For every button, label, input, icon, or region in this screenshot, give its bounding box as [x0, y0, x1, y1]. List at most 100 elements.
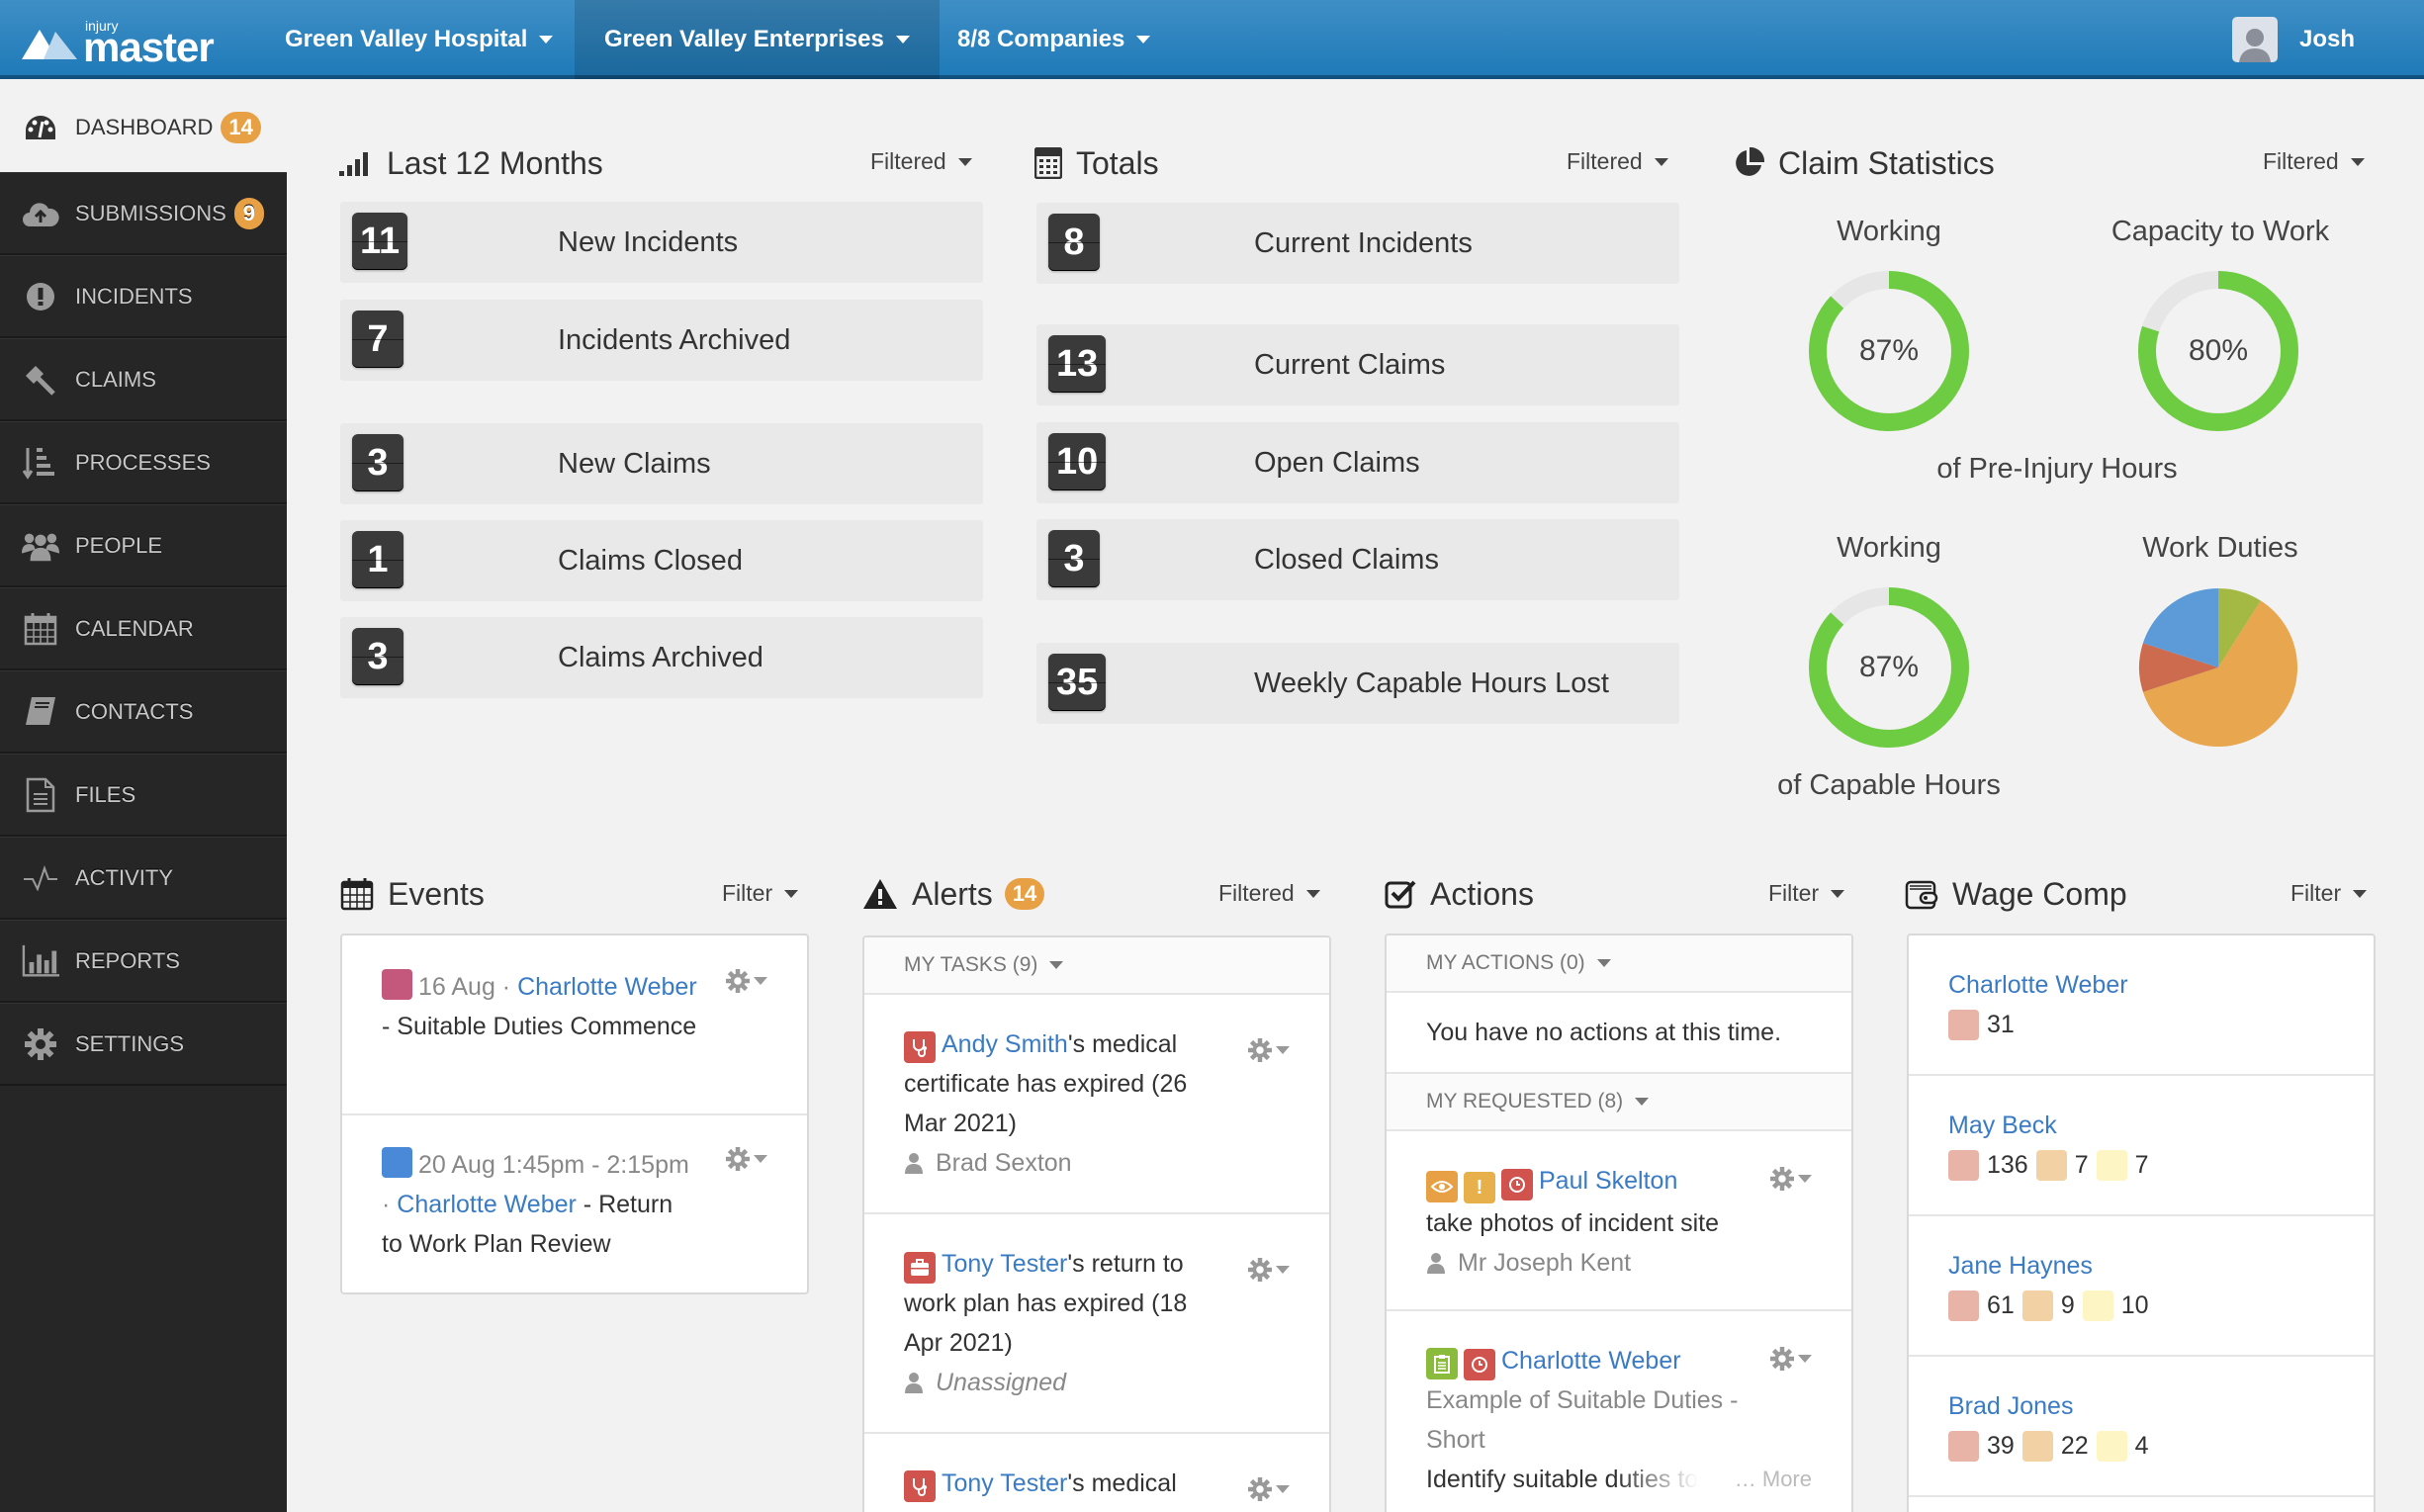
sidebar-item-settings[interactable]: SETTINGS	[0, 1003, 287, 1086]
action-person-link[interactable]: Charlotte Weber	[1501, 1347, 1681, 1375]
event-item[interactable]: 16 Aug · Charlotte Weber - Suitable Duti…	[342, 935, 807, 1115]
actions-filter-dropdown[interactable]: Filter	[1768, 880, 1845, 907]
nav-enterprises-dropdown[interactable]: Green Valley Enterprises	[575, 0, 940, 79]
stat-open-claims[interactable]: 10 Open Claims	[1036, 422, 1679, 503]
event-item[interactable]: 20 Aug 1:45pm - 2:15pm · Charlotte Weber…	[342, 1115, 807, 1292]
wage-comp-person-link[interactable]: Jane Haynes	[1948, 1246, 2334, 1286]
alerts-filter-dropdown[interactable]: Filtered	[1218, 880, 1320, 907]
my-actions-dropdown[interactable]: MY ACTIONS (0)	[1387, 935, 1851, 993]
logo-title: master	[83, 24, 215, 70]
my-requested-dropdown[interactable]: MY REQUESTED (8)	[1387, 1074, 1851, 1131]
action-item[interactable]: Charlotte Weber Example of Suitable Duti…	[1387, 1311, 1851, 1509]
assignee-name: Mr Joseph Kent	[1458, 1249, 1632, 1277]
alert-gear-menu[interactable]	[1248, 1258, 1290, 1282]
wage-comp-item[interactable]: Jane Haynes 61 9 10	[1909, 1216, 2374, 1357]
nav-companies-dropdown[interactable]: 8/8 Companies	[928, 0, 1180, 79]
sidebar-item-calendar[interactable]: CALENDAR	[0, 587, 287, 670]
working-capable-label: Working	[1837, 532, 1941, 564]
bar-chart-icon	[22, 942, 59, 980]
sidebar-item-people[interactable]: PEOPLE	[0, 504, 287, 587]
totals-title: Totals	[1076, 144, 1159, 181]
caret-down-icon	[1798, 1175, 1812, 1183]
last12-filter-dropdown[interactable]: Filtered	[870, 148, 972, 175]
wage-comp-title: Wage Comp	[1952, 875, 2127, 912]
wage-comp-item[interactable]: Charlotte Weber 31	[1909, 935, 2374, 1076]
user-menu[interactable]: Josh	[2231, 16, 2355, 63]
more-link[interactable]: … More	[1735, 1460, 1812, 1499]
action-person-link[interactable]: Paul Skelton	[1539, 1167, 1677, 1195]
sidebar-item-contacts[interactable]: CONTACTS	[0, 670, 287, 754]
sidebar-item-claims[interactable]: CLAIMS	[0, 338, 287, 421]
sidebar: DASHBOARD 14 SUBMISSIONS 9 INCIDENTS CLA…	[0, 83, 287, 1512]
briefcase-icon	[904, 1252, 936, 1284]
stat-claims-archived[interactable]: 3 Claims Archived	[340, 617, 983, 698]
sidebar-item-activity[interactable]: ACTIVITY	[0, 837, 287, 920]
cloud-upload-icon	[22, 195, 59, 232]
sidebar-item-files[interactable]: FILES	[0, 754, 287, 837]
event-gear-menu[interactable]	[726, 1147, 767, 1171]
filter-label: Filter	[2290, 880, 2342, 906]
caret-down-icon	[957, 157, 972, 166]
alert-item[interactable]: Andy Smith's medical certificate has exp…	[864, 995, 1329, 1214]
claim-stats-filter-dropdown[interactable]: Filtered	[2263, 148, 2365, 175]
pie-chart	[2139, 588, 2297, 747]
gavel-icon	[22, 361, 59, 399]
wage-value: 136	[1987, 1151, 2028, 1179]
sidebar-item-dashboard[interactable]: DASHBOARD 14	[0, 83, 287, 172]
logo[interactable]: injury master	[22, 16, 229, 70]
sidebar-item-submissions[interactable]: SUBMISSIONS 9	[0, 172, 287, 255]
file-icon	[22, 776, 59, 814]
pulse-icon	[22, 859, 59, 897]
alert-person-link[interactable]: Tony Tester	[942, 1469, 1067, 1497]
stat-weekly-capable-hours-lost[interactable]: 35 Weekly Capable Hours Lost	[1036, 643, 1679, 724]
submissions-badge: 9	[233, 197, 264, 229]
events-title: Events	[388, 875, 485, 912]
stat-claims-closed[interactable]: 1 Claims Closed	[340, 520, 983, 601]
stat-label: Current Claims	[1254, 348, 1446, 381]
alert-person-link[interactable]: Tony Tester	[942, 1250, 1067, 1278]
work-duties-label: Work Duties	[2142, 532, 2298, 564]
sidebar-item-reports[interactable]: REPORTS	[0, 920, 287, 1003]
wage-comp-person-link[interactable]: Charlotte Weber	[1948, 965, 2334, 1005]
user-icon	[905, 1373, 923, 1393]
wage-value: 61	[1987, 1291, 2015, 1319]
events-card: 16 Aug · Charlotte Weber - Suitable Duti…	[340, 934, 809, 1294]
stat-current-incidents[interactable]: 8 Current Incidents	[1036, 203, 1679, 284]
assignee-name: Unassigned	[936, 1369, 1067, 1396]
action-gear-menu[interactable]	[1770, 1347, 1812, 1371]
wage-swatch	[2035, 1149, 2067, 1181]
alert-person-link[interactable]: Andy Smith	[942, 1030, 1068, 1058]
my-tasks-dropdown[interactable]: MY TASKS (9)	[864, 937, 1329, 995]
alert-gear-menu[interactable]	[1248, 1477, 1290, 1501]
stat-closed-claims[interactable]: 3 Closed Claims	[1036, 519, 1679, 600]
wage-comp-item[interactable]: Brad Jones 39 22 4	[1909, 1357, 2374, 1497]
event-person-link[interactable]: Charlotte Weber	[517, 973, 697, 1001]
caret-down-icon	[539, 36, 554, 44]
action-gear-menu[interactable]	[1770, 1167, 1812, 1191]
gear-icon	[726, 969, 750, 993]
alert-item[interactable]: Tony Tester's medical	[864, 1434, 1329, 1512]
stat-new-incidents[interactable]: 11 New Incidents	[340, 202, 983, 283]
stat-new-claims[interactable]: 3 New Claims	[340, 423, 983, 504]
wage-comp-filter-dropdown[interactable]: Filter	[2290, 880, 2368, 907]
caret-down-icon	[1276, 1046, 1290, 1054]
totals-filter-dropdown[interactable]: Filtered	[1567, 148, 1668, 175]
nav-hospital-dropdown[interactable]: Green Valley Hospital	[255, 0, 583, 79]
sidebar-item-label: DASHBOARD	[75, 115, 214, 139]
stat-label: Incidents Archived	[558, 323, 791, 356]
stat-current-claims[interactable]: 13 Current Claims	[1036, 324, 1679, 405]
action-item[interactable]: ! Paul Skelton take photos of incident si…	[1387, 1131, 1851, 1311]
sidebar-item-incidents[interactable]: INCIDENTS	[0, 255, 287, 338]
wage-comp-item[interactable]: May Beck 136 7 7	[1909, 1076, 2374, 1216]
sidebar-item-processes[interactable]: PROCESSES	[0, 421, 287, 504]
events-filter-dropdown[interactable]: Filter	[722, 880, 799, 907]
event-person-link[interactable]: Charlotte Weber	[397, 1191, 577, 1218]
event-gear-menu[interactable]	[726, 969, 767, 993]
alert-item[interactable]: Tony Tester's return to work plan has ex…	[864, 1214, 1329, 1434]
wage-value: 22	[2060, 1432, 2089, 1460]
stat-incidents-archived[interactable]: 7 Incidents Archived	[340, 300, 983, 381]
wage-comp-person-link[interactable]: Brad Jones	[1948, 1386, 2334, 1426]
wage-comp-person-link[interactable]: May Beck	[1948, 1106, 2334, 1145]
users-icon	[22, 527, 59, 565]
alert-gear-menu[interactable]	[1248, 1038, 1290, 1062]
